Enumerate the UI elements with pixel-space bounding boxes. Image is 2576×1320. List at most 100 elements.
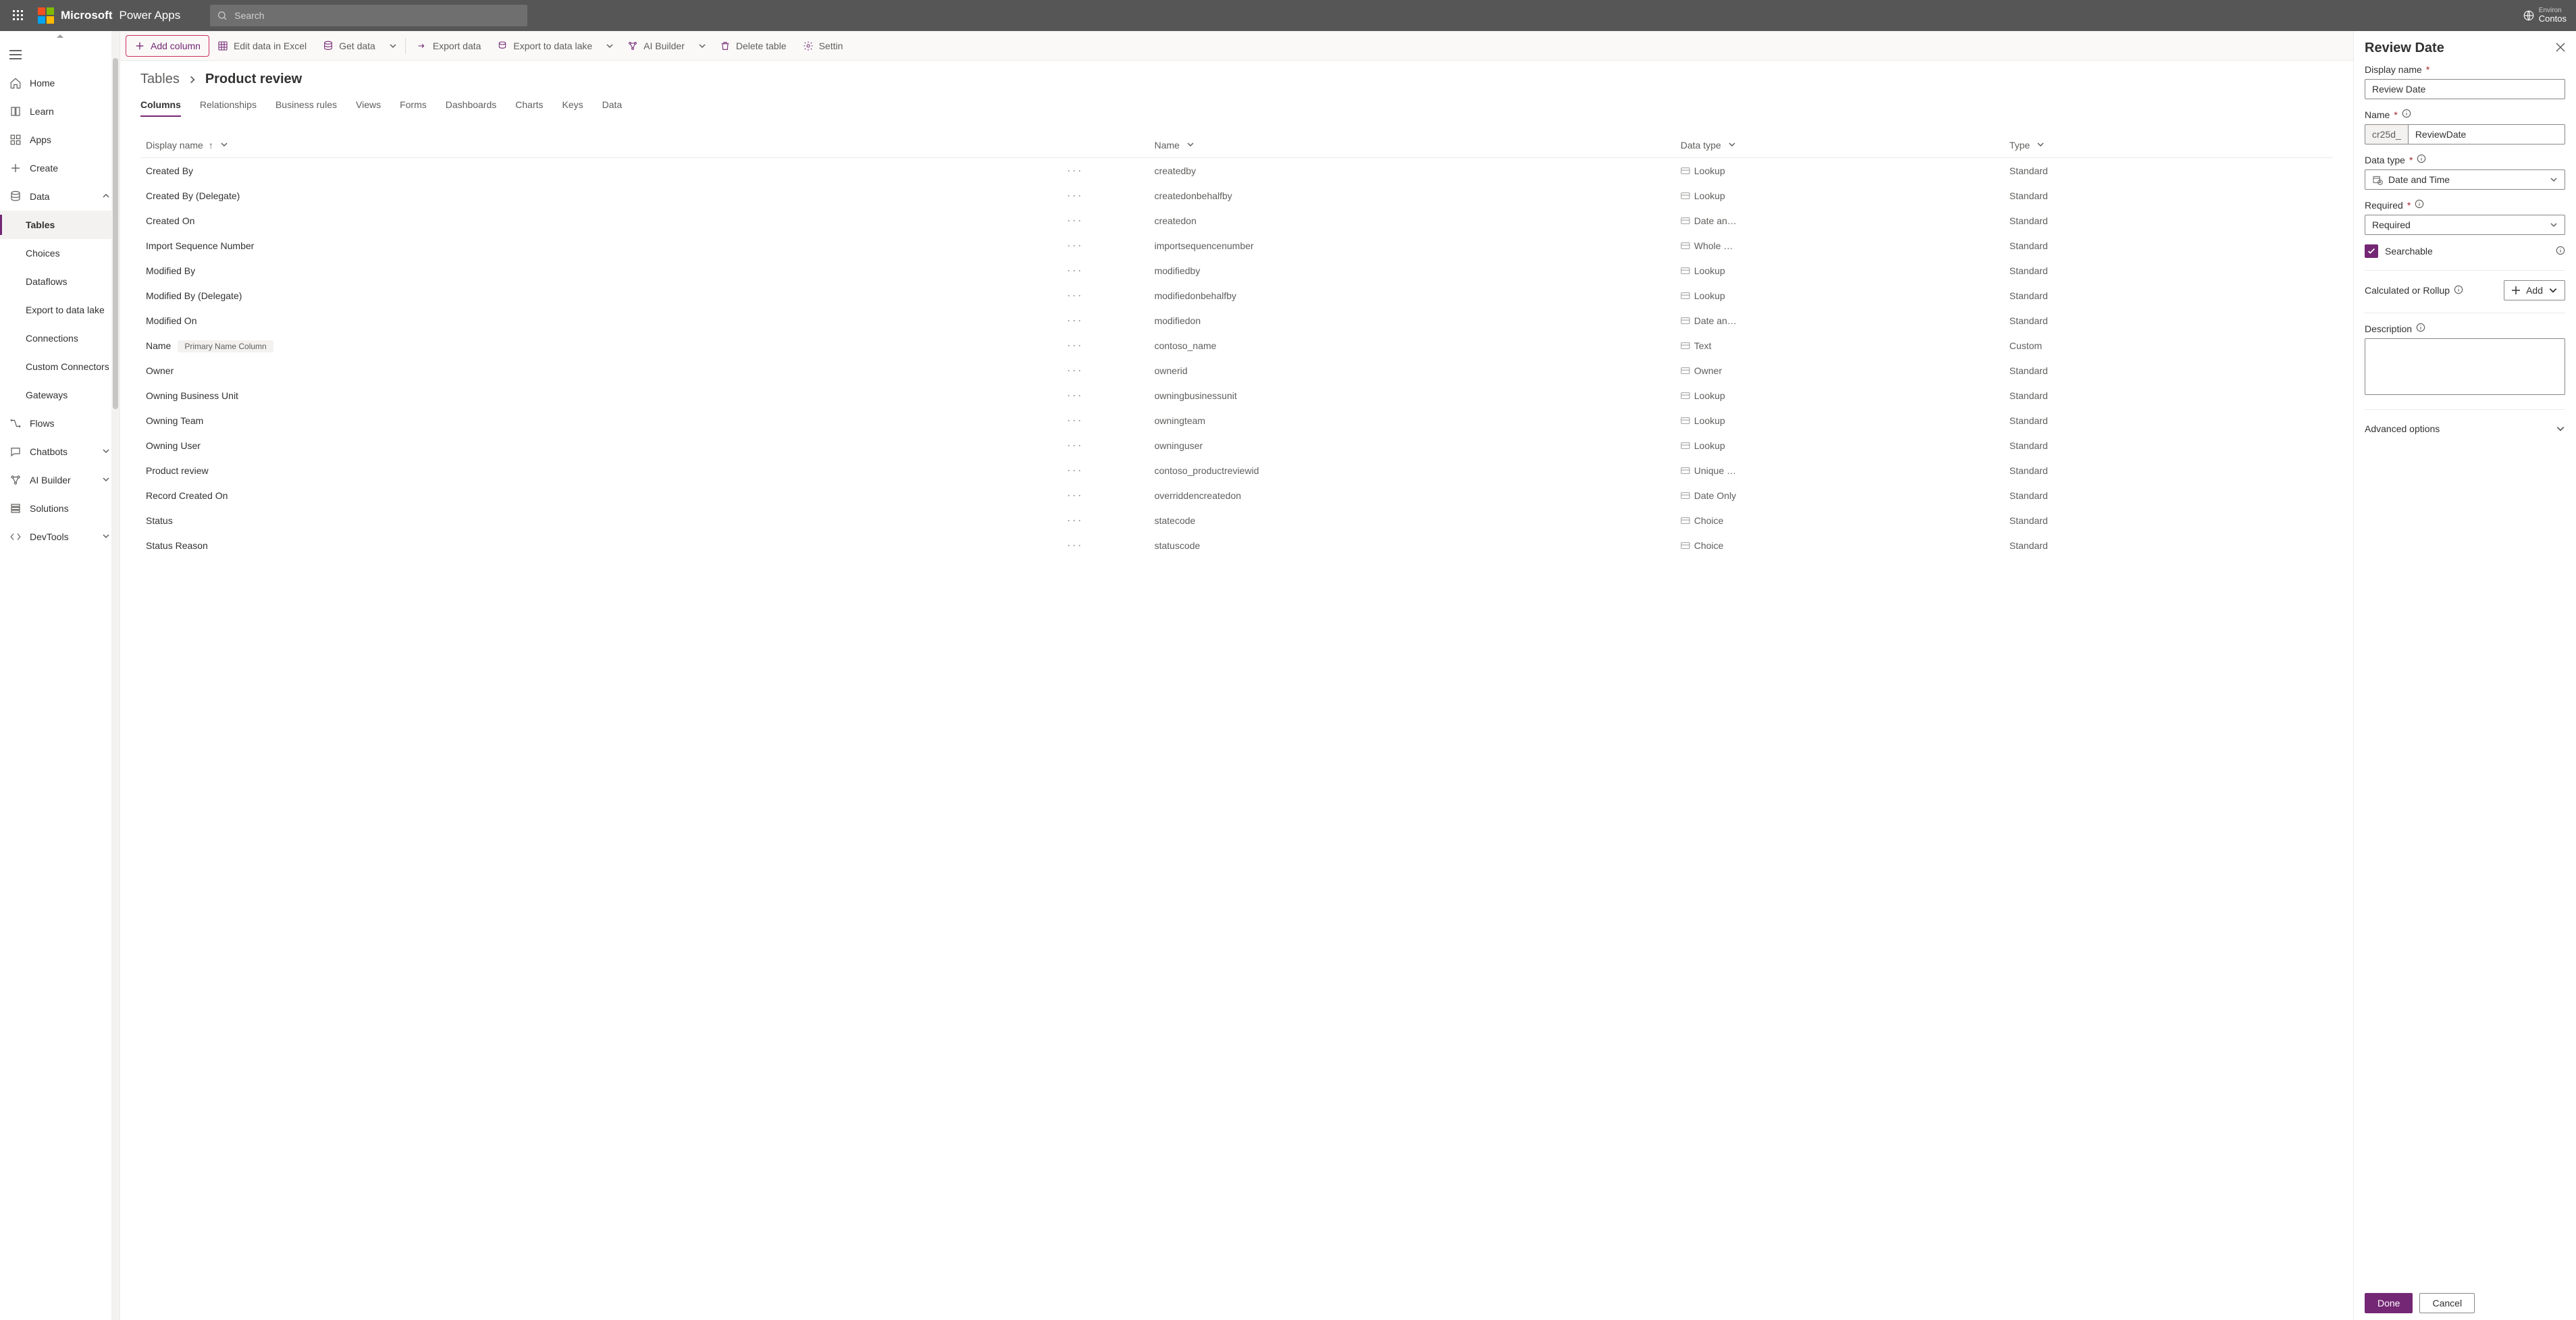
table-row[interactable]: Status···statecodeChoiceStandard [140,508,2333,533]
nav-item-devtools[interactable]: DevTools [0,523,120,551]
name-input[interactable] [2408,124,2565,144]
add-column-button[interactable]: Add column [126,35,209,57]
table-row[interactable]: Status Reason···statuscodeChoiceStandard [140,533,2333,558]
nav-subitem-connections[interactable]: Connections [0,324,120,352]
table-row[interactable]: Modified By (Delegate)···modifiedonbehal… [140,283,2333,308]
nav-item-create[interactable]: Create [0,154,120,182]
row-actions-button[interactable]: ··· [1067,463,1083,477]
table-row[interactable]: Owning Business Unit···owningbusinessuni… [140,383,2333,408]
settings-button[interactable]: Settin [795,35,851,57]
info-icon[interactable] [2415,199,2424,211]
chevron-down-icon[interactable] [220,140,228,151]
required-select[interactable]: Required [2365,215,2565,235]
nav-subitem-export-to-data-lake[interactable]: Export to data lake [0,296,120,324]
tab-relationships[interactable]: Relationships [200,97,257,117]
breadcrumb-parent[interactable]: Tables [140,72,180,87]
export-data-button[interactable]: Export data [409,35,490,57]
done-button[interactable]: Done [2365,1293,2413,1313]
table-row[interactable]: Import Sequence Number···importsequencen… [140,233,2333,258]
row-actions-button[interactable]: ··· [1067,263,1083,277]
table-row[interactable]: Modified On···modifiedonDate an…Standard [140,308,2333,333]
nav-subitem-dataflows[interactable]: Dataflows [0,267,120,296]
table-row[interactable]: Modified By···modifiedbyLookupStandard [140,258,2333,283]
info-icon[interactable] [2454,285,2463,296]
nav-subitem-custom-connectors[interactable]: Custom Connectors [0,352,120,381]
table-row[interactable]: Record Created On···overriddencreatedonD… [140,483,2333,508]
col-type-header[interactable]: Type [2004,133,2333,158]
description-textarea[interactable] [2365,338,2565,395]
col-name-header[interactable]: Name [1149,133,1675,158]
table-row[interactable]: NamePrimary Name Column···contoso_nameTe… [140,333,2333,358]
nav-item-apps[interactable]: Apps [0,126,120,154]
nav-item-data[interactable]: Data [0,182,120,211]
tab-charts[interactable]: Charts [515,97,543,117]
row-actions-button[interactable]: ··· [1067,163,1083,177]
tab-business-rules[interactable]: Business rules [275,97,337,117]
row-actions-button[interactable]: ··· [1067,338,1083,352]
col-display-name-header[interactable]: Display name ↑ [140,133,1061,158]
nav-item-ai-builder[interactable]: AI Builder [0,466,120,494]
tab-forms[interactable]: Forms [400,97,427,117]
nav-subitem-tables[interactable]: Tables [0,211,120,239]
tab-views[interactable]: Views [356,97,381,117]
get-data-dropdown[interactable] [384,42,402,50]
table-row[interactable]: Created By···createdbyLookupStandard [140,158,2333,184]
edit-in-excel-button[interactable]: Edit data in Excel [209,35,315,57]
table-row[interactable]: Created On···createdonDate an…Standard [140,208,2333,233]
row-actions-button[interactable]: ··· [1067,313,1083,327]
row-actions-button[interactable]: ··· [1067,288,1083,302]
environment-picker[interactable]: Environ Contos [2539,7,2567,24]
row-actions-button[interactable]: ··· [1067,363,1083,377]
global-search[interactable] [210,5,527,26]
info-icon[interactable] [2402,109,2411,120]
export-to-datalake-button[interactable]: Export to data lake [489,35,600,57]
delete-table-button[interactable]: Delete table [712,35,795,57]
info-icon[interactable] [2417,154,2426,165]
table-row[interactable]: Owning Team···owningteamLookupStandard [140,408,2333,433]
add-calculated-button[interactable]: Add [2504,280,2565,300]
info-icon[interactable] [2416,323,2425,334]
row-actions-button[interactable]: ··· [1067,213,1083,227]
nav-scrollbar[interactable] [111,31,120,1320]
nav-scrollbar-thumb[interactable] [113,58,118,409]
table-row[interactable]: Product review···contoso_productreviewid… [140,458,2333,483]
chevron-down-icon[interactable] [1728,140,1736,151]
get-data-button[interactable]: Get data [315,35,384,57]
nav-scroll-up[interactable] [0,31,120,41]
nav-item-home[interactable]: Home [0,69,120,97]
chevron-down-icon[interactable] [1186,140,1194,151]
row-actions-button[interactable]: ··· [1067,488,1083,502]
tab-data[interactable]: Data [602,97,623,117]
info-icon[interactable] [2556,246,2565,257]
display-name-input[interactable] [2365,79,2565,99]
cancel-button[interactable]: Cancel [2419,1293,2475,1313]
searchable-checkbox[interactable] [2365,244,2378,258]
nav-item-flows[interactable]: Flows [0,409,120,438]
tab-columns[interactable]: Columns [140,97,181,117]
nav-collapse-button[interactable] [0,41,120,69]
nav-subitem-choices[interactable]: Choices [0,239,120,267]
data-type-select[interactable]: Date and Time [2365,169,2565,190]
nav-item-learn[interactable]: Learn [0,97,120,126]
chevron-down-icon[interactable] [2036,140,2045,151]
row-actions-button[interactable]: ··· [1067,413,1083,427]
row-actions-button[interactable]: ··· [1067,238,1083,252]
nav-item-chatbots[interactable]: Chatbots [0,438,120,466]
ai-builder-dropdown[interactable] [693,42,712,50]
row-actions-button[interactable]: ··· [1067,513,1083,527]
row-actions-button[interactable]: ··· [1067,188,1083,202]
table-row[interactable]: Owner···owneridOwnerStandard [140,358,2333,383]
nav-item-solutions[interactable]: Solutions [0,494,120,523]
table-row[interactable]: Owning User···owninguserLookupStandard [140,433,2333,458]
advanced-options-toggle[interactable]: Advanced options [2365,423,2565,434]
row-actions-button[interactable]: ··· [1067,538,1083,552]
row-actions-button[interactable]: ··· [1067,438,1083,452]
panel-close-button[interactable] [2556,43,2565,54]
search-input[interactable] [234,10,521,21]
nav-subitem-gateways[interactable]: Gateways [0,381,120,409]
tab-dashboards[interactable]: Dashboards [446,97,497,117]
app-launcher-button[interactable] [4,0,32,31]
table-row[interactable]: Created By (Delegate)···createdonbehalfb… [140,183,2333,208]
tab-keys[interactable]: Keys [562,97,583,117]
ai-builder-button[interactable]: AI Builder [619,35,693,57]
